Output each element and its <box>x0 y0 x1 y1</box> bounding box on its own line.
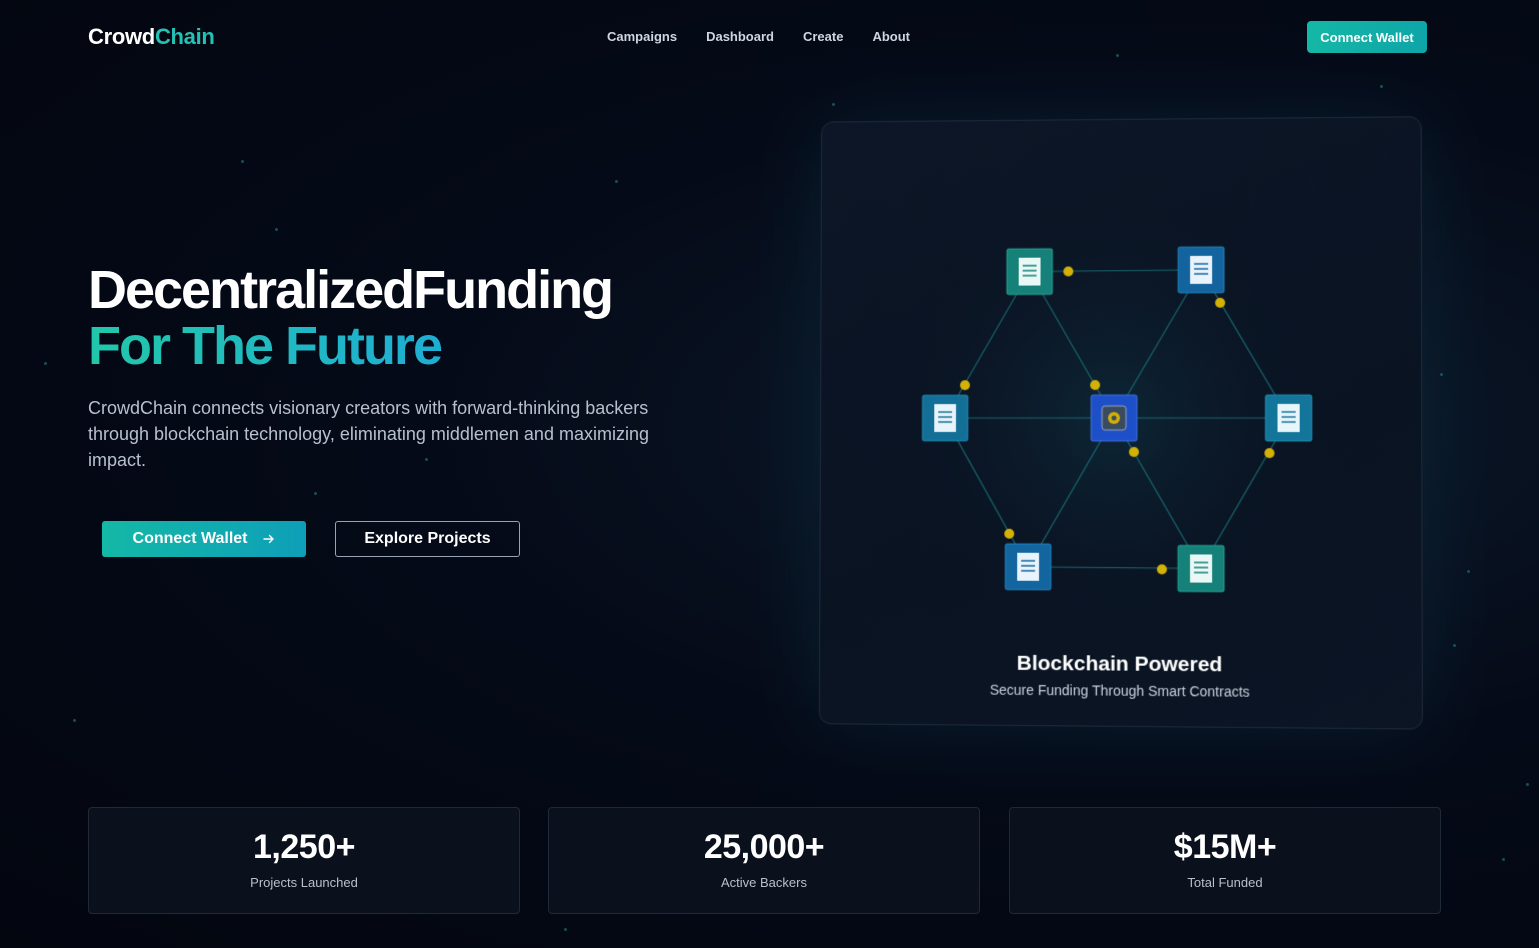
document-icon <box>1178 545 1224 591</box>
hero-title: DecentralizedFunding For The Future <box>88 260 614 374</box>
stat-card-projects: 1,250+ Projects Launched <box>88 807 520 914</box>
document-icon <box>1007 249 1053 295</box>
hero-title-line2: For The Future <box>88 318 612 374</box>
document-icon <box>1265 395 1311 441</box>
stat-label: Active Backers <box>721 875 807 890</box>
nav-link-about[interactable]: About <box>872 29 910 44</box>
stat-label: Projects Launched <box>250 875 358 890</box>
brand-logo[interactable]: CrowdChain <box>88 24 215 50</box>
document-icon <box>1005 544 1051 590</box>
document-icon <box>1178 247 1224 293</box>
nav-connect-wallet-button[interactable]: Connect Wallet <box>1307 21 1427 53</box>
stat-label: Total Funded <box>1187 875 1263 890</box>
blockchain-card: Blockchain Powered Secure Funding Throug… <box>818 116 1423 730</box>
nav-link-campaigns[interactable]: Campaigns <box>607 29 677 44</box>
top-nav: CrowdChain Campaigns Dashboard Create Ab… <box>0 0 1539 74</box>
hero-connect-wallet-button[interactable]: Connect Wallet <box>102 521 306 557</box>
vault-icon <box>1091 394 1138 442</box>
nav-links: Campaigns Dashboard Create About <box>607 29 910 44</box>
card-subtitle: Secure Funding Through Smart Contracts <box>989 681 1250 700</box>
hero-title-line1: DecentralizedFunding <box>88 260 614 320</box>
nav-link-create[interactable]: Create <box>803 29 843 44</box>
stat-card-backers: 25,000+ Active Backers <box>548 807 980 914</box>
stat-value: 1,250+ <box>253 828 355 866</box>
arrow-right-icon <box>263 534 275 544</box>
explore-projects-button[interactable]: Explore Projects <box>335 521 520 557</box>
stat-value: 25,000+ <box>703 828 825 866</box>
document-icon <box>922 395 968 441</box>
brand-name-part1: Crowd <box>88 24 155 49</box>
stat-value: $15M+ <box>1173 828 1277 866</box>
hero-description: CrowdChain connects visionary creators w… <box>88 398 649 470</box>
blockchain-network-graphic <box>884 188 1345 642</box>
card-title: Blockchain Powered <box>1016 651 1223 677</box>
stat-card-funded: $15M+ Total Funded <box>1009 807 1441 914</box>
nav-link-dashboard[interactable]: Dashboard <box>706 29 774 44</box>
explore-projects-label: Explore Projects <box>364 530 491 547</box>
brand-name-part2: Chain <box>154 24 215 49</box>
hero-connect-wallet-label: Connect Wallet <box>132 530 248 547</box>
